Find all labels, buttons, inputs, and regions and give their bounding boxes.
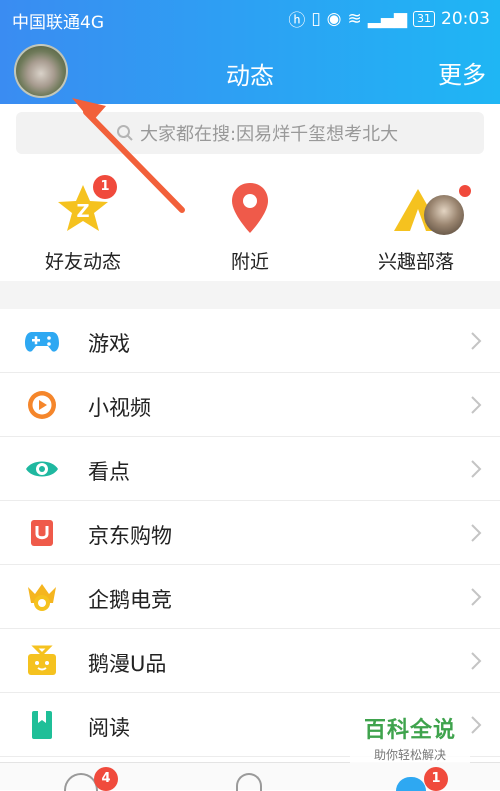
carrier-label: 中国联通4G <box>12 13 104 33</box>
tribe-avatar <box>424 195 464 235</box>
hd-icon: ⓗ <box>288 11 306 31</box>
list-item-kandian[interactable]: 看点 <box>0 437 500 501</box>
svg-text:Z: Z <box>76 201 89 222</box>
watermark-title: 百科全说 <box>363 718 456 743</box>
list-item-esports[interactable]: 企鹅电竞 <box>0 565 500 629</box>
search-input[interactable]: 大家都在搜:因易烊千玺想考北大 <box>16 112 484 154</box>
chevron-right-icon <box>471 460 482 478</box>
chevron-right-icon <box>471 524 482 542</box>
shortcut-grid: Z 1 好友动态 附近 兴趣部落 <box>0 165 500 280</box>
watermark: 百科全说 助你轻松解决 <box>350 712 470 763</box>
vibrate-icon: ▯ <box>311 8 321 29</box>
wifi-icon: ≋ <box>347 8 362 29</box>
eye-icon <box>26 461 58 477</box>
battery-icon: 31 <box>413 10 435 27</box>
list-item-label: 京东购物 <box>88 524 172 548</box>
friend-feed-badge: 1 <box>93 175 117 199</box>
play-icon <box>28 391 56 419</box>
search-icon <box>117 125 133 141</box>
more-button[interactable]: 更多 <box>438 55 486 90</box>
shortcut-label: 附近 <box>230 251 269 273</box>
feature-list: 游戏 小视频 看点 京东购物 企鹅电竞 鹅漫U品 阅读 <box>0 309 500 757</box>
book-icon <box>32 711 52 739</box>
jd-bag-icon <box>31 520 53 546</box>
messages-badge: 4 <box>94 767 118 791</box>
list-item-short-video[interactable]: 小视频 <box>0 373 500 437</box>
list-item-label: 阅读 <box>88 716 130 740</box>
list-item-label: 游戏 <box>88 332 130 356</box>
page-title: 动态 <box>226 62 274 90</box>
status-bar: 中国联通4G ⓗ ▯ ◉ ≋ ▂▄▆ 31 20:03 <box>0 0 500 34</box>
shortcut-label: 兴趣部落 <box>377 251 454 273</box>
watermark-subtitle: 助你轻松解决 <box>373 748 446 762</box>
tab-messages[interactable] <box>64 773 98 791</box>
gift-icon <box>28 645 56 675</box>
eye-protect-icon: ◉ <box>326 8 342 29</box>
signal-icon: ▂▄▆ <box>367 8 407 29</box>
list-item-eman-upin[interactable]: 鹅漫U品 <box>0 629 500 693</box>
crown-icon <box>28 584 56 611</box>
location-pin-icon <box>232 183 268 233</box>
bottom-tab-bar: 4 1 <box>0 762 500 791</box>
list-item-label: 企鹅电竞 <box>88 588 172 612</box>
list-item-jd-shopping[interactable]: 京东购物 <box>0 501 500 565</box>
chevron-right-icon <box>471 716 482 734</box>
list-item-label: 看点 <box>88 460 130 484</box>
list-item-game[interactable]: 游戏 <box>0 309 500 373</box>
tribe-dot-badge <box>459 185 471 197</box>
header-bar: 中国联通4G ⓗ ▯ ◉ ≋ ▂▄▆ 31 20:03 动态 更多 <box>0 0 500 104</box>
chevron-right-icon <box>471 332 482 350</box>
chevron-right-icon <box>471 396 482 414</box>
section-divider <box>0 281 500 309</box>
tab-dynamic[interactable] <box>396 777 426 791</box>
gamepad-icon <box>25 332 59 352</box>
dynamic-badge: 1 <box>424 767 448 791</box>
shortcut-label: 好友动态 <box>44 251 121 273</box>
search-placeholder: 大家都在搜:因易烊千玺想考北大 <box>140 124 399 145</box>
chevron-right-icon <box>471 652 482 670</box>
chevron-right-icon <box>471 588 482 606</box>
tab-contacts[interactable] <box>236 773 262 791</box>
time-label: 20:03 <box>441 8 490 29</box>
list-item-label: 小视频 <box>88 396 151 420</box>
list-item-label: 鹅漫U品 <box>88 652 167 676</box>
status-icons: ⓗ ▯ ◉ ≋ ▂▄▆ 31 20:03 <box>288 6 490 32</box>
